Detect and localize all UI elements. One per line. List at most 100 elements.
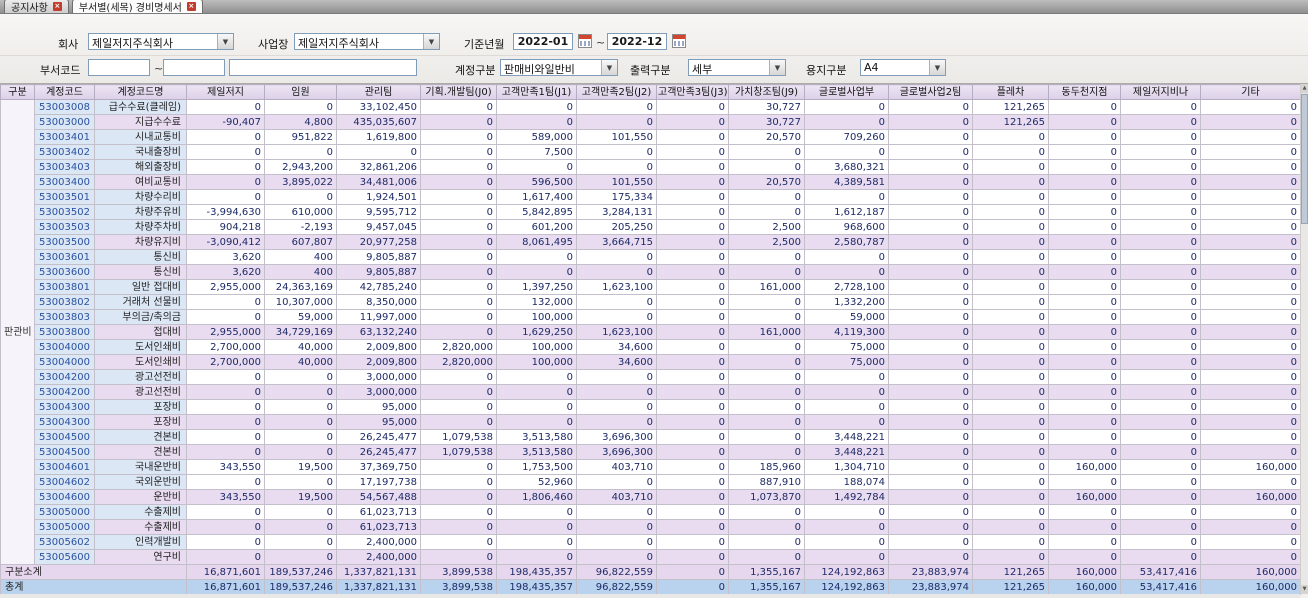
value-cell[interactable]: 100,000 <box>496 309 577 325</box>
value-cell[interactable]: 0 <box>1200 129 1301 145</box>
company-combobox[interactable]: 제일저지주식회사 ▼ <box>88 33 234 50</box>
value-cell[interactable]: 0 <box>1048 549 1121 565</box>
value-cell[interactable]: 0 <box>576 114 657 130</box>
value-cell[interactable]: 0 <box>728 204 805 220</box>
chevron-down-icon[interactable]: ▼ <box>601 60 617 75</box>
account-code-cell[interactable]: 53004300 <box>34 399 95 415</box>
value-cell[interactable]: 20,977,258 <box>336 234 421 250</box>
value-cell[interactable]: 0 <box>186 534 265 550</box>
value-cell[interactable]: -2,193 <box>264 219 337 235</box>
value-cell[interactable]: 0 <box>1048 264 1121 280</box>
value-cell[interactable]: 37,369,750 <box>336 459 421 475</box>
scroll-down-icon[interactable]: ▼ <box>1301 585 1308 594</box>
value-cell[interactable]: 601,200 <box>496 219 577 235</box>
value-cell[interactable]: 0 <box>888 489 973 505</box>
value-cell[interactable]: 0 <box>888 414 973 430</box>
value-cell[interactable]: 0 <box>656 489 729 505</box>
value-cell[interactable]: 0 <box>1200 354 1301 370</box>
value-cell[interactable]: 1,623,100 <box>576 324 657 340</box>
value-cell[interactable]: 0 <box>888 354 973 370</box>
value-cell[interactable]: 75,000 <box>804 339 889 355</box>
value-cell[interactable]: 0 <box>420 249 497 265</box>
value-cell[interactable]: 0 <box>728 549 805 565</box>
value-cell[interactable]: 3,696,300 <box>576 444 657 460</box>
value-cell[interactable]: 0 <box>1200 414 1301 430</box>
value-cell[interactable]: 0 <box>186 129 265 145</box>
value-cell[interactable]: 0 <box>888 369 973 385</box>
value-cell[interactable]: 20,570 <box>728 129 805 145</box>
value-cell[interactable]: 0 <box>972 489 1049 505</box>
value-cell[interactable]: 0 <box>420 174 497 190</box>
value-cell[interactable]: 0 <box>420 234 497 250</box>
value-cell[interactable]: 3,000,000 <box>336 369 421 385</box>
value-cell[interactable]: 95,000 <box>336 414 421 430</box>
chevron-down-icon[interactable]: ▼ <box>217 34 233 49</box>
value-cell[interactable]: 0 <box>1200 504 1301 520</box>
dept-code-from-input[interactable] <box>88 59 150 76</box>
value-cell[interactable]: 0 <box>1120 549 1201 565</box>
value-cell[interactable]: 403,710 <box>576 459 657 475</box>
value-cell[interactable]: 8,350,000 <box>336 294 421 310</box>
value-cell[interactable]: 0 <box>1200 234 1301 250</box>
value-cell[interactable]: 2,700,000 <box>186 339 265 355</box>
value-cell[interactable]: 53,417,416 <box>1120 579 1201 595</box>
value-cell[interactable]: 0 <box>728 504 805 520</box>
value-cell[interactable]: 0 <box>972 279 1049 295</box>
value-cell[interactable]: 2,728,100 <box>804 279 889 295</box>
value-cell[interactable]: 0 <box>1120 459 1201 475</box>
value-cell[interactable]: 0 <box>420 324 497 340</box>
value-cell[interactable]: 0 <box>496 264 577 280</box>
value-cell[interactable]: 0 <box>728 384 805 400</box>
value-cell[interactable]: 0 <box>496 99 577 115</box>
value-cell[interactable]: 0 <box>420 189 497 205</box>
value-cell[interactable]: 0 <box>1120 234 1201 250</box>
value-cell[interactable]: 7,500 <box>496 144 577 160</box>
value-cell[interactable]: 0 <box>888 234 973 250</box>
value-cell[interactable]: 0 <box>972 174 1049 190</box>
value-cell[interactable]: 709,260 <box>804 129 889 145</box>
value-cell[interactable]: 0 <box>1200 264 1301 280</box>
value-cell[interactable]: 0 <box>420 474 497 490</box>
value-cell[interactable]: 0 <box>728 144 805 160</box>
value-cell[interactable]: 3,620 <box>186 264 265 280</box>
value-cell[interactable]: 0 <box>496 384 577 400</box>
value-cell[interactable]: 0 <box>804 414 889 430</box>
value-cell[interactable]: 0 <box>576 309 657 325</box>
value-cell[interactable]: 435,035,607 <box>336 114 421 130</box>
value-cell[interactable]: 0 <box>496 504 577 520</box>
value-cell[interactable]: 0 <box>728 159 805 175</box>
account-name-cell[interactable]: 수출제비 <box>94 504 187 520</box>
value-cell[interactable]: 343,550 <box>186 489 265 505</box>
value-cell[interactable]: 54,567,488 <box>336 489 421 505</box>
value-cell[interactable]: 887,910 <box>728 474 805 490</box>
chevron-down-icon[interactable]: ▼ <box>423 34 439 49</box>
value-cell[interactable]: 0 <box>1048 114 1121 130</box>
value-cell[interactable]: 0 <box>420 384 497 400</box>
account-code-cell[interactable]: 53005000 <box>34 519 95 535</box>
value-cell[interactable]: 3,513,580 <box>496 429 577 445</box>
account-name-cell[interactable]: 광고선전비 <box>94 384 187 400</box>
value-cell[interactable]: 3,513,580 <box>496 444 577 460</box>
value-cell[interactable]: 0 <box>804 549 889 565</box>
value-cell[interactable]: 2,943,200 <box>264 159 337 175</box>
value-cell[interactable]: 3,448,221 <box>804 444 889 460</box>
value-cell[interactable]: 2,955,000 <box>186 324 265 340</box>
dept-name-input[interactable] <box>229 59 417 76</box>
close-icon[interactable]: × <box>52 2 62 11</box>
value-cell[interactable]: 0 <box>576 159 657 175</box>
value-cell[interactable]: 30,727 <box>728 99 805 115</box>
value-cell[interactable]: 1,397,250 <box>496 279 577 295</box>
value-cell[interactable]: 16,871,601 <box>186 579 265 595</box>
account-code-cell[interactable]: 53003502 <box>34 204 95 220</box>
value-cell[interactable]: 0 <box>656 429 729 445</box>
value-cell[interactable]: 0 <box>656 579 729 595</box>
value-cell[interactable]: 0 <box>420 549 497 565</box>
value-cell[interactable]: 0 <box>1048 384 1121 400</box>
value-cell[interactable]: 0 <box>420 204 497 220</box>
value-cell[interactable]: 0 <box>656 459 729 475</box>
value-cell[interactable]: 0 <box>1120 204 1201 220</box>
value-cell[interactable]: 0 <box>1048 444 1121 460</box>
value-cell[interactable]: 0 <box>656 519 729 535</box>
account-code-cell[interactable]: 53003403 <box>34 159 95 175</box>
value-cell[interactable]: 59,000 <box>264 309 337 325</box>
